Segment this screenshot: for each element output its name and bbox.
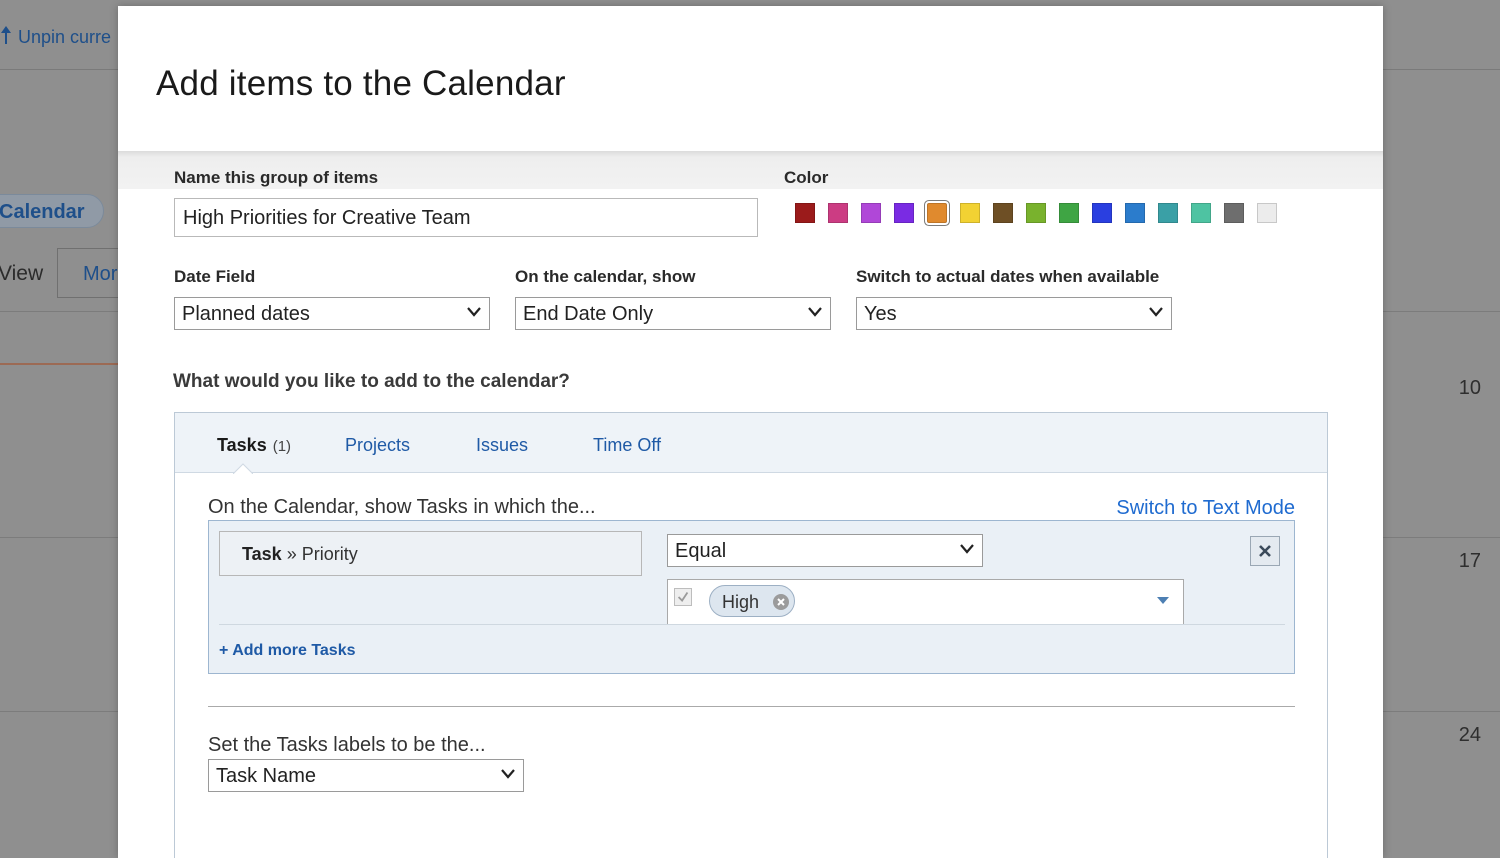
today-line <box>0 363 120 365</box>
filter-field[interactable]: Task » Priority <box>219 531 642 576</box>
tab-tasks[interactable]: Tasks (1) <box>217 435 291 456</box>
unpin-link[interactable]: Unpin curre <box>0 26 111 49</box>
divider <box>219 624 1285 625</box>
day-number: 10 <box>1458 377 1481 399</box>
chevron-down-icon <box>467 307 481 317</box>
date-field-label: Date Field <box>174 267 256 286</box>
day-number: 17 <box>1458 550 1481 572</box>
caret-down-icon[interactable] <box>1157 597 1169 605</box>
add-question: What would you like to add to the calend… <box>173 371 570 392</box>
item-type-tabs: Tasks (1) Projects Issues Time Off <box>175 413 1327 474</box>
group-name-label: Name this group of items <box>174 168 379 187</box>
active-tab-indicator <box>233 463 253 474</box>
color-swatch[interactable] <box>1250 202 1283 224</box>
remove-chip-icon[interactable] <box>773 594 789 610</box>
tab-tasks-label: Tasks <box>217 435 267 455</box>
add-more-tasks-link[interactable]: + Add more Tasks <box>219 642 356 660</box>
color-label: Color <box>784 168 829 187</box>
chevron-down-icon <box>501 769 515 779</box>
actual-dates-value: Yes <box>864 303 897 325</box>
divider <box>208 706 1295 707</box>
color-swatch[interactable] <box>1052 202 1085 224</box>
tab-issues[interactable]: Issues <box>476 435 528 456</box>
filter-rule: Task » Priority Equal High + Add more Ta… <box>208 520 1295 674</box>
color-swatch[interactable] <box>821 202 854 224</box>
tab-tasks-count: (1) <box>272 438 292 455</box>
switch-to-text-mode-link[interactable]: Switch to Text Mode <box>1116 497 1295 520</box>
checkbox-icon[interactable] <box>674 588 692 606</box>
add-items-dialog: Add items to the Calendar Name this grou… <box>118 6 1383 858</box>
calendar-show-select[interactable]: End Date Only <box>515 297 831 330</box>
close-icon <box>1259 545 1271 557</box>
operator-select[interactable]: Equal <box>667 534 983 567</box>
day-number: 24 <box>1458 724 1481 746</box>
filter-value-input[interactable]: High <box>667 579 1184 625</box>
actual-dates-select[interactable]: Yes <box>856 297 1172 330</box>
color-swatch[interactable] <box>854 202 887 224</box>
remove-rule-button[interactable] <box>1250 536 1280 566</box>
pin-icon <box>0 26 12 49</box>
filter-intro: On the Calendar, show Tasks in which the… <box>208 496 596 518</box>
calendar-pill[interactable]: Calendar <box>0 194 104 228</box>
color-swatch[interactable] <box>953 202 986 224</box>
field-separator: » <box>286 544 297 564</box>
color-swatch[interactable] <box>788 202 821 224</box>
color-swatch[interactable] <box>986 202 1019 224</box>
color-swatch[interactable] <box>1019 202 1052 224</box>
color-swatch[interactable] <box>1184 202 1217 224</box>
labels-value: Task Name <box>216 765 317 787</box>
calendar-show-label: On the calendar, show <box>515 267 696 286</box>
color-swatch[interactable] <box>1085 202 1118 224</box>
date-field-select[interactable]: Planned dates <box>174 297 490 330</box>
tab-time-off[interactable]: Time Off <box>593 435 661 456</box>
field-object: Task <box>242 544 282 564</box>
view-label: View <box>0 262 44 285</box>
color-swatch[interactable] <box>920 201 953 225</box>
unpin-label: Unpin curre <box>18 27 112 47</box>
color-swatch[interactable] <box>887 202 920 224</box>
labels-select[interactable]: Task Name <box>208 759 524 792</box>
color-swatch[interactable] <box>1217 202 1250 224</box>
date-field-value: Planned dates <box>182 303 310 325</box>
chevron-down-icon <box>808 307 822 317</box>
color-swatches <box>788 201 1283 225</box>
color-swatch[interactable] <box>1118 202 1151 224</box>
item-type-panel: Tasks (1) Projects Issues Time Off On the… <box>174 412 1328 858</box>
chevron-down-icon <box>960 544 974 554</box>
tab-projects[interactable]: Projects <box>345 435 410 456</box>
labels-intro: Set the Tasks labels to be the... <box>208 734 486 756</box>
color-swatch[interactable] <box>1151 202 1184 224</box>
dialog-title: Add items to the Calendar <box>156 64 566 103</box>
chevron-down-icon <box>1149 307 1163 317</box>
value-chip: High <box>709 585 795 617</box>
group-name-input[interactable]: High Priorities for Creative Team <box>174 198 758 237</box>
field-name: Priority <box>301 544 358 564</box>
chip-label: High <box>722 592 760 612</box>
operator-value: Equal <box>675 540 727 562</box>
calendar-show-value: End Date Only <box>523 303 654 325</box>
actual-dates-label: Switch to actual dates when available <box>856 267 1160 286</box>
